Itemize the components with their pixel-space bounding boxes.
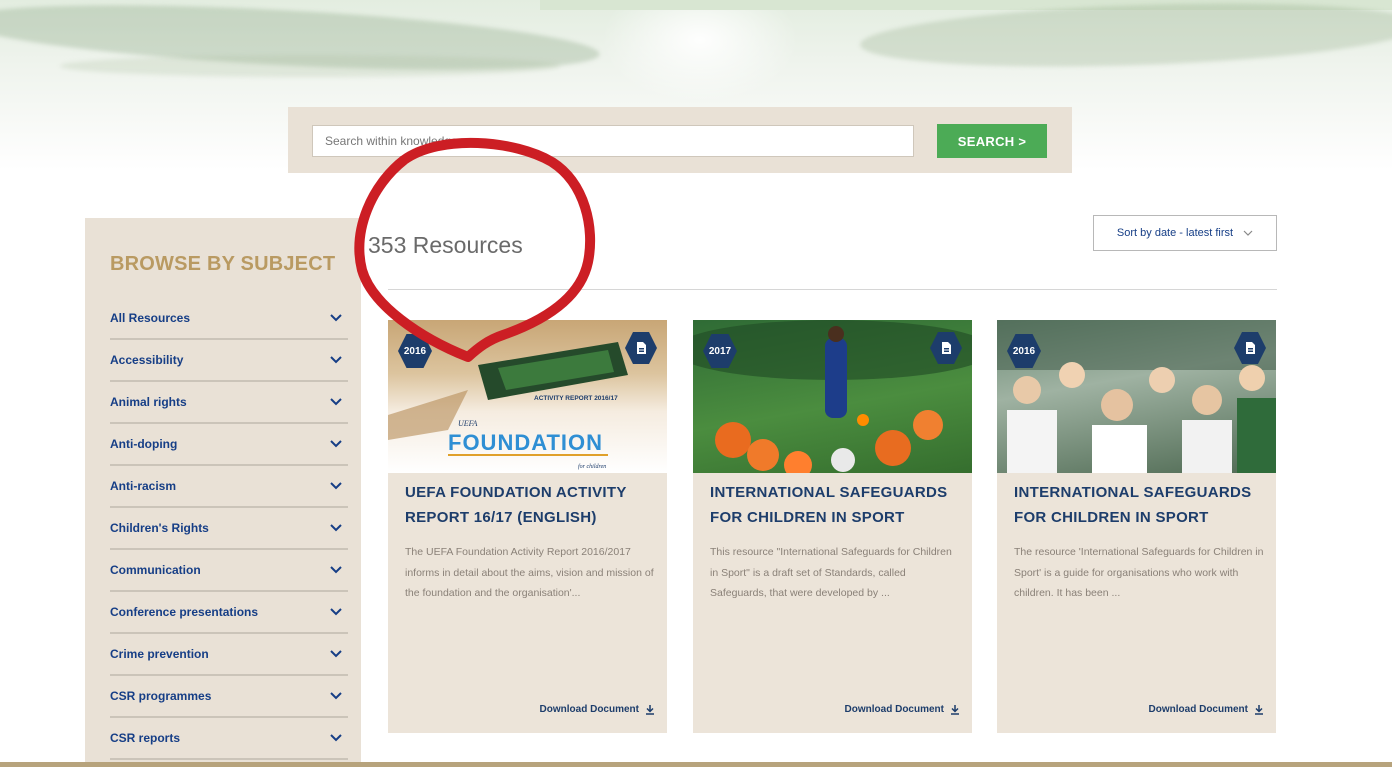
document-icon (1246, 342, 1255, 354)
subject-label: Crime prevention (110, 647, 209, 661)
report-cover-image: ACTIVITY REPORT 2016/17 UEFA FOUNDATION … (388, 342, 628, 470)
footer-rule (0, 762, 1392, 767)
card-description: This resource "International Safeguards … (710, 546, 952, 599)
chevron-down-icon (330, 524, 342, 532)
chevron-down-icon (330, 482, 342, 490)
resource-card[interactable]: ACTIVITY REPORT 2016/17 UEFA FOUNDATION … (388, 320, 667, 733)
chevron-down-icon (330, 356, 342, 364)
chevron-down-icon (330, 314, 342, 322)
report-logo-text: FOUNDATION (448, 430, 603, 455)
card-thumbnail: 2016 (997, 320, 1276, 473)
subject-item-all-resources[interactable]: All Resources (110, 298, 348, 340)
subject-label: Conference presentations (110, 605, 259, 619)
subject-item-conference-presentations[interactable]: Conference presentations (110, 592, 348, 634)
report-caption: ACTIVITY REPORT 2016/17 (534, 395, 618, 402)
subject-label: Anti-racism (110, 479, 177, 493)
card-title[interactable]: UEFA FOUNDATION ACTIVITY REPORT 16/17 (E… (405, 480, 655, 530)
sort-dropdown[interactable]: Sort by date - latest first (1093, 215, 1277, 251)
report-logo-prefix: UEFA (458, 419, 478, 428)
subject-item-childrens-rights[interactable]: Children's Rights (110, 508, 348, 550)
subject-item-csr-programmes[interactable]: CSR programmes (110, 676, 348, 718)
card-thumbnail: ACTIVITY REPORT 2016/17 UEFA FOUNDATION … (388, 320, 667, 473)
document-icon (637, 342, 646, 354)
subject-label: Children's Rights (110, 521, 209, 535)
sidebar-title: BROWSE BY SUBJECT (110, 253, 336, 275)
subject-list: All Resources Accessibility Animal right… (110, 298, 348, 760)
download-document-link[interactable]: Download Document (1149, 704, 1264, 715)
resource-card[interactable]: 2017 INTERNATIONAL SAFEGUARDS FOR CHILDR… (693, 320, 972, 733)
chevron-down-icon (330, 440, 342, 448)
card-thumbnail: 2017 (693, 320, 972, 473)
chevron-down-icon (330, 398, 342, 406)
download-document-link[interactable]: Download Document (845, 704, 960, 715)
subject-label: Accessibility (110, 353, 184, 367)
subject-label: Anti-doping (110, 437, 178, 451)
resource-card[interactable]: 2016 INTERNATIONAL SAFEGUARDS FOR CHILDR… (997, 320, 1276, 733)
chevron-down-icon (330, 650, 342, 658)
download-label: Download Document (1148, 704, 1248, 715)
banner-streak (60, 55, 560, 77)
subject-label: Communication (110, 563, 201, 577)
chevron-down-icon (330, 566, 342, 574)
subject-item-accessibility[interactable]: Accessibility (110, 340, 348, 382)
report-logo-sub: for children (578, 463, 606, 470)
download-icon (646, 704, 654, 715)
subject-item-animal-rights[interactable]: Animal rights (110, 382, 348, 424)
subject-item-communication[interactable]: Communication (110, 550, 348, 592)
search-button[interactable]: SEARCH > (937, 124, 1047, 158)
chevron-down-icon (330, 692, 342, 700)
subject-sidebar: BROWSE BY SUBJECT All Resources Accessib… (85, 218, 361, 767)
card-title[interactable]: INTERNATIONAL SAFEGUARDS FOR CHILDREN IN… (1014, 480, 1264, 530)
subject-label: All Resources (110, 311, 191, 325)
sort-label: Sort by date - latest first (1116, 227, 1234, 239)
card-description: The UEFA Foundation Activity Report 2016… (405, 546, 654, 599)
children-sport-image (693, 320, 972, 473)
subject-label: CSR reports (110, 731, 181, 745)
subject-label: CSR programmes (110, 689, 212, 703)
document-icon (942, 342, 951, 354)
results-count: 353 Resources (368, 232, 523, 258)
search-bar: SEARCH > (288, 107, 1072, 173)
subject-item-csr-reports[interactable]: CSR reports (110, 718, 348, 760)
download-document-link[interactable]: Download Document (540, 704, 655, 715)
subject-item-crime-prevention[interactable]: Crime prevention (110, 634, 348, 676)
subject-item-anti-doping[interactable]: Anti-doping (110, 424, 348, 466)
download-label: Download Document (539, 704, 639, 715)
chevron-down-icon (330, 734, 342, 742)
results-divider (388, 289, 1277, 290)
download-label: Download Document (844, 704, 944, 715)
card-title[interactable]: INTERNATIONAL SAFEGUARDS FOR CHILDREN IN… (710, 480, 960, 530)
download-icon (951, 704, 959, 715)
banner-streak (859, 0, 1392, 75)
card-description: The resource 'International Safeguards f… (1014, 546, 1264, 599)
chevron-down-icon (1243, 230, 1253, 236)
subject-label: Animal rights (110, 395, 187, 409)
chevron-down-icon (330, 608, 342, 616)
download-icon (1255, 704, 1263, 715)
crowd-image (997, 320, 1276, 473)
search-input[interactable] (312, 125, 914, 157)
subject-item-anti-racism[interactable]: Anti-racism (110, 466, 348, 508)
